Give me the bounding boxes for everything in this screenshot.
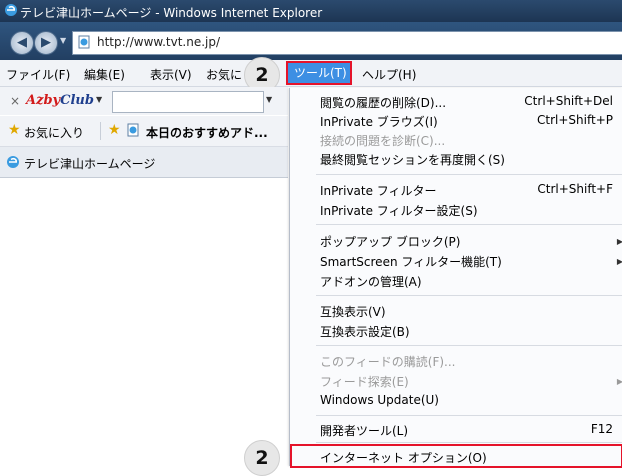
menu-item-inprivate-filter[interactable]: InPrivate フィルター [320,182,437,199]
menu-separator [316,415,622,416]
tools-dropdown-menu: 閲覧の履歴の削除(D)... Ctrl+Shift+Del InPrivate … [289,88,622,468]
favorites-bar: ★ お気に入り ★ 本日のおすすめアド... [0,116,288,147]
menu-item-developer-tools[interactable]: 開発者ツール(L) [320,422,408,439]
menu-item-subscribe-feed: このフィードの購読(F)... [320,355,456,369]
shortcut-delete-history: Ctrl+Shift+Del [524,94,613,108]
menu-separator [316,224,622,225]
back-arrow-icon: ◀ [17,35,27,50]
navigation-bar: ◀ ▶ ▼ http://www.tvt.ne.jp/ [0,22,622,60]
menu-item-compat-settings[interactable]: 互換表示設定(B) [320,323,410,340]
favorites-link[interactable]: 本日のおすすめアド... [146,124,268,141]
forward-button[interactable]: ▶ [34,31,58,55]
step-callout-bottom: 2 [244,440,280,476]
menu-item-inprivate-filter-settings[interactable]: InPrivate フィルター設定(S) [320,202,478,219]
page-icon [126,123,140,137]
window-title-bar: テレビ津山ホームページ - Windows Internet Explorer [0,0,622,22]
add-favorite-icon[interactable]: ★ [108,122,121,138]
window-title: テレビ津山ホームページ - Windows Internet Explorer [20,6,323,20]
menu-separator [316,295,622,296]
ie-icon [4,3,18,17]
chevron-down-icon[interactable]: ▼ [266,95,272,104]
menu-item-diagnose: 接続の問題を診断(C)... [320,134,446,148]
tab-title[interactable]: テレビ津山ホームページ [24,155,155,172]
menu-item-inprivate-browse[interactable]: InPrivate ブラウズ(I) [320,113,438,130]
menu-separator [316,345,622,346]
favorites-button-label[interactable]: お気に入り [24,124,84,141]
azby-logo-main: Azby [26,93,61,108]
menu-item-compat-view[interactable]: 互換表示(V) [320,303,386,320]
menu-item-internet-options[interactable]: インターネット オプション(O) [320,449,487,466]
menu-favorites[interactable]: お気に [206,66,242,83]
menu-item-windows-update[interactable]: Windows Update(U) [320,393,439,407]
tab-bar: テレビ津山ホームページ [0,147,288,178]
ie-icon [6,155,20,169]
submenu-arrow-icon: ▶ [616,237,622,246]
menu-item-delete-history[interactable]: 閲覧の履歴の削除(D)... [320,94,446,111]
shortcut-developer-tools: F12 [590,422,613,436]
menu-tools[interactable]: ツール(T) [286,61,352,85]
favorites-star-icon[interactable]: ★ [8,122,21,138]
menu-item-feed-discovery: フィード探索(E) [320,375,409,389]
forward-arrow-icon: ▶ [41,35,51,50]
history-dropdown-icon[interactable]: ▼ [60,36,66,45]
shortcut-inprivate-filter: Ctrl+Shift+F [537,182,613,196]
close-toolbar-icon[interactable]: × [10,94,20,108]
page-icon [77,35,91,49]
address-url[interactable]: http://www.tvt.ne.jp/ [97,35,220,49]
back-button[interactable]: ◀ [10,31,34,55]
azby-logo-sub: Club [60,93,94,108]
menu-item-reopen-session[interactable]: 最終閲覧セッションを再度開く(S) [320,151,505,168]
azby-search-input[interactable] [112,91,264,113]
menu-separator [316,174,622,175]
menu-item-manage-addons[interactable]: アドオンの管理(A) [320,273,422,290]
chevron-down-icon[interactable]: ▼ [96,95,102,104]
menu-item-smartscreen[interactable]: SmartScreen フィルター機能(T) [320,253,502,270]
menu-item-popup-blocker[interactable]: ポップアップ ブロック(P) [320,233,460,250]
azby-club-logo[interactable]: AzbyClub [26,93,94,108]
azby-toolbar: × AzbyClub ▼ ▼ [0,87,288,115]
shortcut-inprivate-browse: Ctrl+Shift+P [537,113,613,127]
submenu-arrow-icon: ▶ [616,257,622,266]
menu-edit[interactable]: 編集(E) [84,66,125,83]
divider [100,122,101,140]
page-content [0,178,288,466]
menu-help[interactable]: ヘルプ(H) [362,66,416,83]
menu-view[interactable]: 表示(V) [150,66,192,83]
menu-file[interactable]: ファイル(F) [6,66,70,83]
menu-separator [316,442,622,443]
submenu-arrow-icon: ▶ [616,377,622,386]
address-bar[interactable]: http://www.tvt.ne.jp/ [72,31,622,55]
